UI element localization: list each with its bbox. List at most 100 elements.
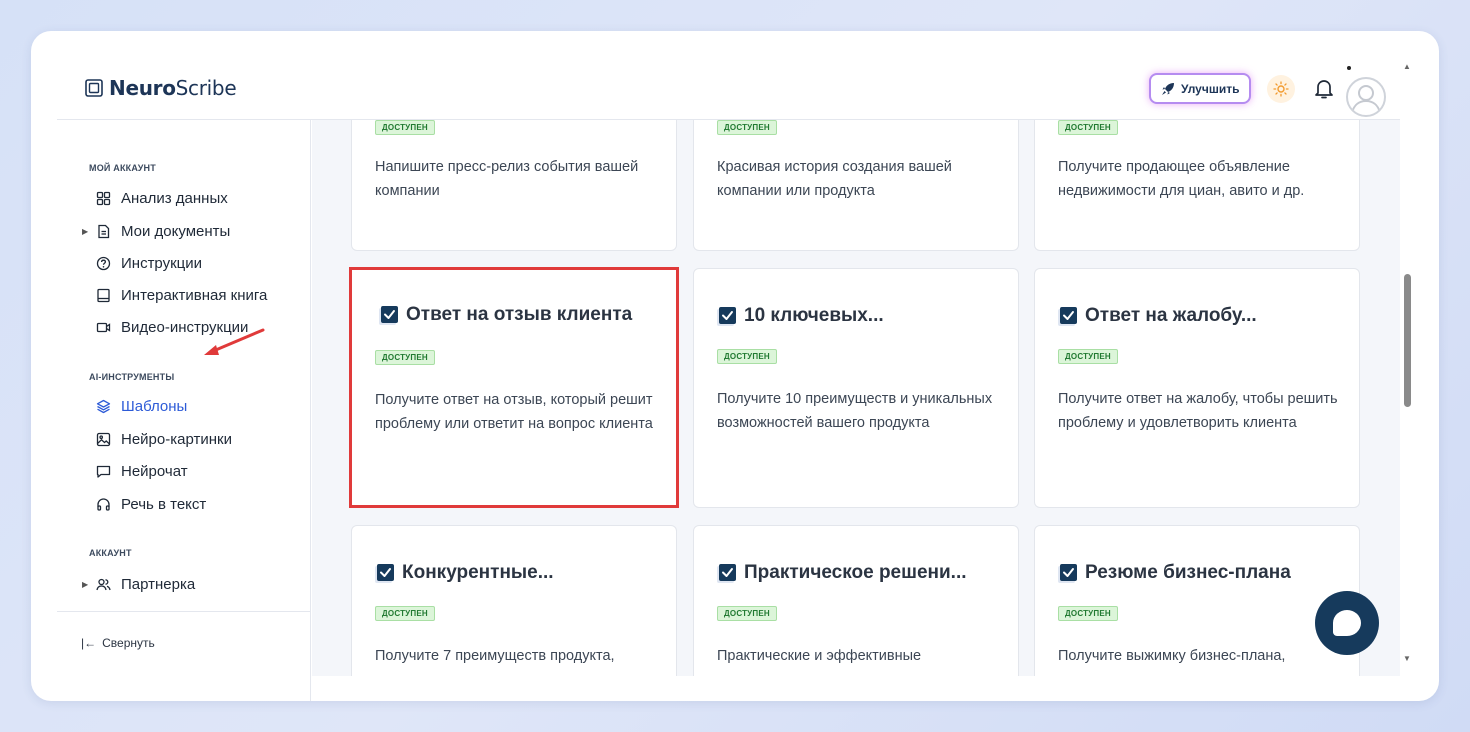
sun-icon: [1273, 81, 1289, 97]
status-badge: ДОСТУПЕН: [1058, 606, 1118, 621]
book-icon: [97, 288, 110, 303]
users-icon: [96, 578, 111, 591]
sidebar-item-data-analysis[interactable]: Анализ данных: [85, 190, 228, 207]
sidebar-item-partner[interactable]: ▶ Партнерка: [82, 576, 196, 593]
templates-grid: ДОСТУПЕН Напишите пресс-релиз события ва…: [312, 120, 1400, 676]
sidebar-item-interactive-book[interactable]: Интерактивная книга: [85, 287, 267, 304]
checkbox-icon: [1058, 563, 1077, 583]
status-badge: ДОСТУПЕН: [375, 606, 435, 621]
card-description: Практические и эффективные: [717, 648, 922, 664]
template-card[interactable]: ДОСТУПЕН Получите продающее объявление н…: [1034, 120, 1360, 251]
card-header: Ответ на отзыв клиента: [379, 304, 632, 326]
scrollbar-thumb[interactable]: [1404, 274, 1411, 407]
card-header: 10 ключевых...: [717, 305, 884, 327]
card-description: Красивая история создания вашей компании…: [717, 159, 952, 199]
logo[interactable]: NeuroScribe: [85, 76, 237, 100]
logo-text: NeuroScribe: [109, 76, 237, 100]
avatar[interactable]: [1346, 77, 1386, 117]
divider: [57, 611, 311, 612]
image-icon: [96, 432, 111, 447]
sidebar-item-label: Анализ данных: [121, 190, 228, 207]
card-header: Практическое решени...: [717, 562, 967, 584]
template-card[interactable]: ДОСТУПЕН Красивая история создания вашей…: [693, 120, 1019, 251]
sidebar-item-label: Нейрочат: [121, 463, 188, 480]
card-title: Резюме бизнес-плана: [1085, 562, 1291, 583]
theme-toggle[interactable]: [1267, 75, 1295, 103]
card-title: Ответ на отзыв клиента: [406, 304, 633, 325]
card-title: Конкурентные...: [402, 562, 554, 583]
caret-right-icon[interactable]: ▶: [82, 227, 88, 236]
user-avatar-icon: [1351, 85, 1381, 114]
section-title-my-account: МОЙ АККАУНТ: [89, 163, 156, 173]
document-icon: [98, 224, 110, 239]
section-title-ai-tools: AI-ИНСТРУМЕНТЫ: [89, 372, 175, 382]
section-title-account: АККАУНТ: [89, 548, 132, 558]
sidebar-item-neuro-images[interactable]: Нейро-картинки: [85, 431, 232, 448]
card-header: Конкурентные...: [375, 562, 554, 584]
sidebar-item-label: Нейро-картинки: [121, 431, 232, 448]
sidebar-item-label: Речь в текст: [121, 496, 207, 513]
notification-dot: [1347, 66, 1351, 70]
layers-icon: [96, 399, 111, 414]
collapse-button[interactable]: |← Свернуть: [81, 636, 155, 650]
status-badge: ДОСТУПЕН: [717, 349, 777, 364]
top-header: NeuroScribe Улучшить: [57, 31, 1400, 120]
grid-icon: [96, 191, 111, 206]
template-card-complaint-reply[interactable]: Ответ на жалобу... ДОСТУПЕН Получите отв…: [1034, 268, 1360, 508]
card-title: Ответ на жалобу...: [1085, 305, 1257, 326]
sidebar: МОЙ АККАУНТ Анализ данных ▶ Мои документ…: [57, 120, 311, 701]
help-circle-icon: [96, 256, 111, 271]
sidebar-item-label: Шаблоны: [121, 398, 188, 415]
card-description: Получите выжимку бизнес-плана,: [1058, 648, 1286, 664]
sidebar-item-label: Инструкции: [121, 255, 203, 272]
chat-icon: [96, 465, 111, 478]
status-badge: ДОСТУПЕН: [717, 606, 777, 621]
checkbox-icon: [379, 305, 398, 325]
card-description: Получите 10 преимуществ и уникальных воз…: [717, 391, 993, 431]
video-icon: [96, 322, 111, 333]
sidebar-item-label: Мои документы: [121, 223, 231, 240]
scroll-up-icon[interactable]: ▲: [1403, 62, 1411, 71]
card-description: Напишите пресс-релиз события вашей компа…: [375, 159, 639, 199]
status-badge: ДОСТУПЕН: [375, 350, 435, 365]
sidebar-item-instructions[interactable]: Инструкции: [85, 255, 202, 272]
status-badge: ДОСТУПЕН: [1058, 120, 1118, 135]
template-card[interactable]: ДОСТУПЕН Напишите пресс-релиз события ва…: [351, 120, 677, 251]
card-description: Получите продающее объявление недвижимос…: [1058, 159, 1305, 199]
card-description: Получите 7 преимуществ продукта,: [375, 648, 615, 664]
logo-icon: [85, 79, 103, 97]
card-header: Резюме бизнес-плана: [1058, 562, 1291, 584]
app-window: NeuroScribe Улучшить МОЙ АККАУНТ Анализ …: [31, 31, 1439, 701]
card-title: Практическое решени...: [744, 562, 967, 583]
sidebar-item-neurochat[interactable]: Нейрочат: [85, 463, 188, 480]
checkbox-icon: [1058, 306, 1077, 326]
card-header: Ответ на жалобу...: [1058, 305, 1257, 327]
status-badge: ДОСТУПЕН: [375, 120, 435, 135]
checkbox-icon: [717, 563, 736, 583]
collapse-label: Свернуть: [102, 636, 155, 650]
template-card-review-reply[interactable]: Ответ на отзыв клиента ДОСТУПЕН Получите…: [349, 267, 679, 508]
upgrade-button[interactable]: Улучшить: [1149, 73, 1252, 104]
bell-icon[interactable]: [1314, 78, 1334, 100]
caret-right-icon[interactable]: ▶: [82, 580, 88, 589]
annotation-arrow-icon: [204, 328, 265, 355]
card-description: Получите ответ на жалобу, чтобы решить п…: [1058, 391, 1338, 431]
support-chat-button[interactable]: [1315, 591, 1379, 655]
rocket-icon: [1162, 82, 1174, 95]
scrollbar[interactable]: ▲ ▼: [1400, 62, 1414, 676]
checkbox-icon: [375, 563, 394, 583]
scroll-down-icon[interactable]: ▼: [1403, 654, 1411, 663]
sidebar-item-templates[interactable]: Шаблоны: [85, 398, 187, 415]
status-badge: ДОСТУПЕН: [1058, 349, 1118, 364]
upgrade-label: Улучшить: [1181, 81, 1240, 96]
template-card-key-advantages[interactable]: 10 ключевых... ДОСТУПЕН Получите 10 преи…: [693, 268, 1019, 508]
template-card-competitive[interactable]: Конкурентные... ДОСТУПЕН Получите 7 преи…: [351, 525, 677, 676]
status-badge: ДОСТУПЕН: [717, 120, 777, 135]
card-title: 10 ключевых...: [744, 305, 884, 326]
headphones-icon: [97, 498, 110, 511]
sidebar-item-my-documents[interactable]: ▶ Мои документы: [82, 223, 231, 240]
template-card-practical[interactable]: Практическое решени... ДОСТУПЕН Практиче…: [693, 525, 1019, 676]
sidebar-item-speech-to-text[interactable]: Речь в текст: [85, 496, 206, 513]
sidebar-item-label: Партнерка: [121, 576, 196, 593]
template-card-business-plan[interactable]: Резюме бизнес-плана ДОСТУПЕН Получите вы…: [1034, 525, 1360, 676]
